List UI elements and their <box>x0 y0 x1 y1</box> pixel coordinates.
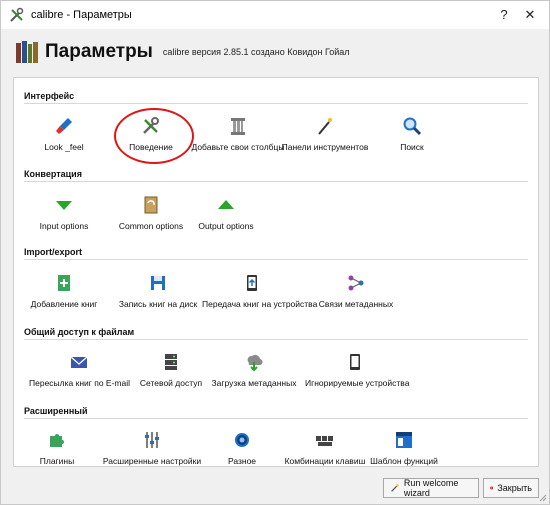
close-button[interactable]: Закрыть <box>483 478 539 498</box>
pref-ignored-devices[interactable]: Игнорируемые устройства <box>305 352 410 388</box>
email-icon <box>70 356 88 368</box>
paintbrush-icon <box>56 118 72 134</box>
cloud-download-icon <box>247 354 263 372</box>
pref-email[interactable]: Пересылка книг по E-mail <box>29 352 131 388</box>
device-transfer-icon <box>247 275 257 291</box>
section-divider <box>24 418 528 419</box>
preferences-window: calibre - Параметры ? ✕ Параметры calibr… <box>0 0 550 505</box>
save-disk-icon <box>151 276 165 290</box>
pref-plugins[interactable]: Плагины <box>7 430 107 466</box>
pref-look-feel[interactable]: Look _feel <box>14 116 114 152</box>
pref-label: Output options <box>198 221 254 231</box>
preferences-panel: Интерфейс Look _feel Поведение Добавьте … <box>13 77 539 467</box>
pref-label: Шаблон функций <box>370 456 438 466</box>
template-icon <box>396 432 412 448</box>
highlight-circle <box>114 108 194 164</box>
section-divider <box>24 103 528 104</box>
pref-saving-books[interactable]: Запись книг на диск <box>108 273 208 309</box>
section-title-conversion: Конвертация <box>24 169 82 179</box>
pref-output-options[interactable]: Output options <box>176 195 276 231</box>
device-icon <box>350 354 360 370</box>
section-title-sharing: Общий доступ к файлам <box>24 327 135 337</box>
keyboard-icon <box>316 436 333 446</box>
window-close-button[interactable]: ✕ <box>519 5 541 25</box>
pref-label: Игнорируемые устройства <box>305 378 410 388</box>
pref-label: Связи метаданных <box>318 299 394 309</box>
column-icon <box>231 118 245 135</box>
server-icon <box>165 354 177 370</box>
pref-search[interactable]: Поиск <box>362 116 462 152</box>
pref-toolbars[interactable]: Панели инструментов <box>275 116 375 152</box>
close-button-label: Закрыть <box>497 483 532 493</box>
page-title: Параметры <box>45 41 153 62</box>
page-header: Параметры calibre версия 2.85.1 создано … <box>1 31 549 73</box>
pref-label: Плагины <box>39 456 75 466</box>
pref-label: Добавьте свои столбцы <box>191 142 285 152</box>
pref-sending-to-device[interactable]: Передача книг на устройства <box>202 273 318 309</box>
pref-label: Расширенные настройки <box>102 456 202 466</box>
sliders-icon <box>145 432 159 448</box>
help-button[interactable]: ? <box>493 5 515 25</box>
section-divider <box>24 181 528 182</box>
close-icon <box>490 486 494 490</box>
pref-adding-books[interactable]: Добавление книг <box>14 273 114 309</box>
pref-template-functions[interactable]: Шаблон функций <box>354 430 454 466</box>
pref-label: Look _feel <box>44 142 84 152</box>
section-title-interface: Интерфейс <box>24 91 75 101</box>
calibre-tools-icon <box>10 7 24 22</box>
section-title-advanced: Расширенный <box>24 406 88 416</box>
pref-metadata-download[interactable]: Загрузка метаданных <box>204 352 304 388</box>
wizard-button-label: Run welcome wizard <box>403 478 459 498</box>
window-title: calibre - Параметры <box>31 9 132 21</box>
arrow-down-icon <box>56 201 72 210</box>
pref-label: Пересылка книг по E-mail <box>29 378 131 388</box>
pref-label: Панели инструментов <box>281 142 369 152</box>
section-title-import-export: Import/export <box>24 247 83 257</box>
pref-label: Загрузка метаданных <box>211 378 297 388</box>
magic-wand-icon <box>318 118 332 135</box>
pref-label: Добавление книг <box>30 299 98 309</box>
books-logo-icon <box>16 41 38 63</box>
pref-label: Input options <box>39 221 89 231</box>
pref-label: Запись книг на диск <box>118 299 198 309</box>
add-book-icon <box>58 275 70 291</box>
pref-metadata-plugboards[interactable]: Связи метаданных <box>306 273 406 309</box>
section-divider <box>24 339 528 340</box>
pref-custom-columns[interactable]: Добавьте свои столбцы <box>188 116 288 152</box>
pref-label: Передача книг на устройства <box>202 299 318 309</box>
document-convert-icon <box>144 196 158 214</box>
version-text: calibre версия 2.85.1 создано Ковидон Го… <box>162 47 350 57</box>
pref-input-options[interactable]: Input options <box>14 195 114 231</box>
metadata-links-icon <box>348 275 364 291</box>
pref-tweaks[interactable]: Расширенные настройки <box>102 430 202 466</box>
arrow-up-icon <box>218 200 234 209</box>
title-bar: calibre - Параметры ? ✕ <box>1 1 549 29</box>
run-welcome-wizard-button[interactable]: Run welcome wizard <box>383 478 479 498</box>
pref-label: Поиск <box>400 142 424 152</box>
search-icon <box>403 117 422 136</box>
gear-icon <box>235 433 249 447</box>
wand-icon <box>391 484 399 492</box>
section-divider <box>24 259 528 260</box>
resize-grip-icon[interactable] <box>539 494 547 502</box>
puzzle-icon <box>50 434 64 447</box>
